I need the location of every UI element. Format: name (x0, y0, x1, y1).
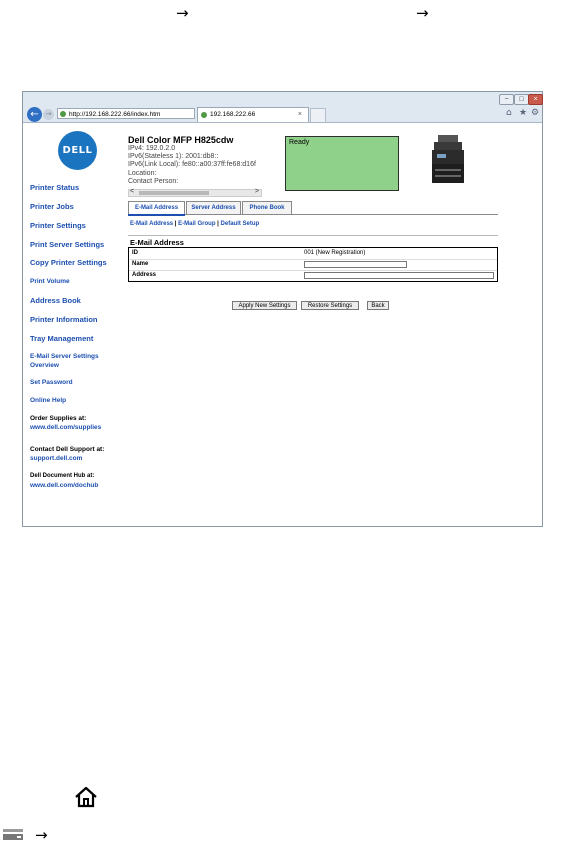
browser-window: − □ × ← → http://192.168.222.66/index.ht… (22, 91, 543, 527)
close-window-button[interactable]: × (528, 94, 543, 105)
sidebar-item-email-line1: E-Mail Server Settings (30, 353, 99, 360)
name-input[interactable] (304, 261, 407, 268)
contact-support-label: Contact Dell Support at: (30, 446, 105, 453)
address-url: http://192.168.222.66/index.htm (69, 111, 161, 118)
navigation-bar: ← → http://192.168.222.66/index.htm ⌕ ▾ … (23, 106, 542, 123)
sublink-email-group[interactable]: E-Mail Group (178, 221, 215, 227)
document-hub-label: Dell Document Hub at: (30, 473, 95, 479)
order-supplies-link[interactable]: www.dell.com/supplies (30, 424, 101, 431)
back-button[interactable]: ← (27, 107, 42, 122)
sidebar-item-printer-settings[interactable]: Printer Settings (30, 221, 86, 230)
favorites-icon[interactable]: ★ (519, 108, 527, 118)
row-divider (129, 259, 497, 260)
scroll-thumb[interactable] (139, 191, 209, 195)
page-content: DELL Printer Status Printer Jobs Printer… (23, 123, 542, 526)
sidebar-item-printer-information[interactable]: Printer Information (30, 315, 98, 324)
status-text: Ready (289, 139, 310, 146)
horizontal-scrollbar[interactable]: < > (128, 188, 262, 197)
sublink-default-setup[interactable]: Default Setup (221, 221, 260, 227)
sidebar-item-print-volume[interactable]: Print Volume (30, 278, 70, 285)
sidebar-item-tray-management[interactable]: Tray Management (30, 334, 93, 343)
sidebar-item-printer-jobs[interactable]: Printer Jobs (30, 202, 74, 211)
paper-tray-icon (3, 829, 23, 840)
tools-gear-icon[interactable]: ⚙ (531, 108, 539, 118)
site-favicon-icon (60, 111, 66, 117)
name-label: Name (132, 261, 149, 267)
sidebar-item-set-password[interactable]: Set Password (30, 379, 73, 386)
email-form-table: ID 001 (New Registration) Name Address (128, 247, 498, 282)
device-ipv4: IPv4: 192.0.2.0 (128, 145, 176, 152)
address-label: Address (132, 272, 157, 278)
device-name: Dell Color MFP H825cdw (128, 135, 234, 145)
order-supplies-label: Order Supplies at: (30, 415, 87, 422)
sidebar-item-email-server-settings[interactable]: E-Mail Server Settings Overview (30, 352, 99, 370)
tab-email-address[interactable]: E-Mail Address (128, 201, 185, 215)
device-location: Location: (128, 170, 157, 177)
browser-tab[interactable]: 192.168.222.66 × (197, 107, 309, 122)
home-icon (75, 786, 97, 808)
tab-title: 192.168.222.66 (210, 111, 256, 118)
tab-close-icon[interactable]: × (298, 108, 302, 122)
sublink-separator: | (217, 221, 219, 227)
apply-new-settings-button[interactable]: Apply New Settings (232, 301, 297, 310)
id-value: 001 (New Registration) (304, 250, 366, 256)
row-divider (129, 270, 497, 271)
printer-image (432, 135, 464, 183)
section-divider (128, 235, 498, 236)
home-toolbar-icon[interactable]: ⌂ (506, 108, 512, 118)
arrow-glyph-2: → (416, 4, 429, 22)
maximize-button[interactable]: □ (514, 94, 529, 105)
sidebar-item-online-help[interactable]: Online Help (30, 397, 66, 404)
active-tab-indicator (128, 214, 185, 216)
tab-server-address[interactable]: Server Address (186, 201, 241, 214)
sub-navigation: E-Mail Address | E-Mail Group | Default … (130, 221, 259, 227)
sidebar-item-printer-status[interactable]: Printer Status (30, 183, 79, 192)
address-input[interactable] (304, 272, 494, 279)
title-bar: − □ × (23, 92, 543, 106)
address-bar[interactable]: http://192.168.222.66/index.htm ⌕ ▾ ↻ (57, 108, 195, 119)
restore-settings-button[interactable]: Restore Settings (301, 301, 359, 310)
device-ipv6-stateless: IPv6(Stateless 1): 2001:db8:: (128, 153, 219, 160)
device-ipv6-link-local: IPv6(Link Local): fe80::a00:37ff:fe68:d1… (128, 161, 256, 168)
tab-favicon-icon (201, 112, 207, 118)
arrow-glyph-3: → (35, 826, 48, 844)
dell-logo: DELL (58, 131, 97, 170)
minimize-button[interactable]: − (499, 94, 514, 105)
sublink-email-address[interactable]: E-Mail Address (130, 221, 173, 227)
id-label: ID (132, 250, 138, 256)
sidebar-item-email-line2: Overview (30, 362, 59, 369)
scroll-left-arrow[interactable]: < (130, 188, 134, 195)
printer-status-panel: Ready (285, 136, 399, 191)
sidebar-item-address-book[interactable]: Address Book (30, 296, 81, 305)
device-contact-person: Contact Person: (128, 178, 179, 185)
scroll-right-arrow[interactable]: > (255, 188, 259, 195)
section-title: E-Mail Address (130, 238, 184, 247)
new-tab-button[interactable] (310, 108, 326, 122)
tab-phone-book[interactable]: Phone Book (242, 201, 292, 214)
sublink-separator: | (174, 221, 177, 227)
forward-button[interactable]: → (43, 109, 54, 120)
contact-support-link[interactable]: support.dell.com (30, 455, 82, 462)
document-hub-link[interactable]: www.dell.com/dochub (30, 482, 98, 489)
sidebar-item-copy-printer-settings[interactable]: Copy Printer Settings (30, 258, 107, 267)
sidebar-item-print-server-settings[interactable]: Print Server Settings (30, 240, 104, 249)
arrow-glyph-1: → (176, 4, 189, 22)
back-button-form[interactable]: Back (367, 301, 389, 310)
